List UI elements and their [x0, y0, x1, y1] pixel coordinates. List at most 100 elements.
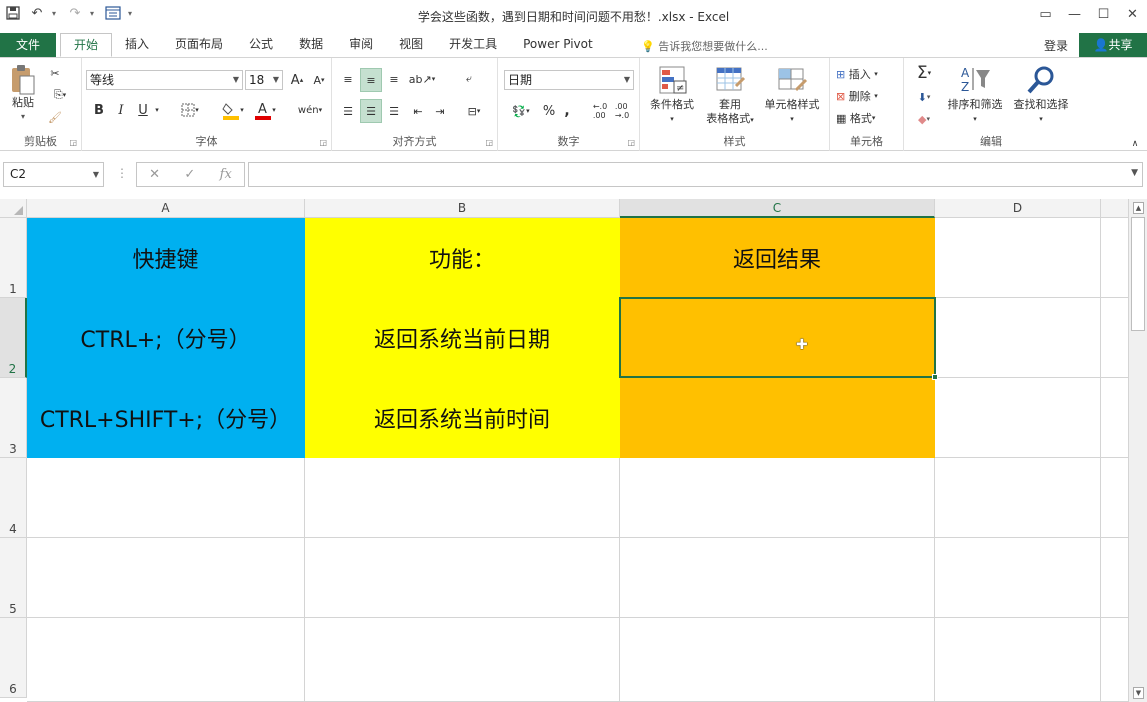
insert-function-icon[interactable]: fx	[220, 167, 232, 182]
row-header-1[interactable]: 1	[0, 218, 27, 298]
share-button[interactable]: 👤共享	[1079, 33, 1147, 57]
select-all-button[interactable]	[0, 199, 27, 218]
column-header-d[interactable]: D	[935, 199, 1101, 218]
format-as-table-button[interactable]: 套用 表格格式▾	[700, 64, 760, 127]
cell-d3[interactable]	[935, 378, 1101, 458]
tab-file[interactable]: 文件	[0, 33, 56, 57]
enter-icon[interactable]: ✓	[184, 167, 195, 182]
row-header-5[interactable]: 5	[0, 538, 27, 618]
font-launcher-icon[interactable]: ◲	[319, 138, 327, 147]
clear-icon[interactable]: ◆ ▾	[908, 108, 940, 130]
name-box[interactable]: C2 ▼	[3, 162, 104, 187]
increase-decimal-icon[interactable]: ←.0.00	[590, 100, 610, 122]
cell-e2[interactable]	[1101, 298, 1128, 378]
accounting-format-icon[interactable]: 💱 ▾	[504, 100, 538, 122]
cell-a1[interactable]: 快捷键	[27, 218, 305, 298]
cell-e3[interactable]	[1101, 378, 1128, 458]
wrap-text-icon[interactable]: ⤶	[458, 68, 480, 90]
row-header-4[interactable]: 4	[0, 458, 27, 538]
cancel-icon[interactable]: ✕	[149, 167, 160, 182]
row-header-6[interactable]: 6	[0, 618, 27, 698]
tell-me-box[interactable]: 💡 告诉我您想要做什么...	[641, 38, 768, 54]
alignment-launcher-icon[interactable]: ◲	[485, 138, 493, 147]
cell-a5[interactable]	[27, 538, 305, 618]
autosum-button[interactable]: Σ ▾	[908, 62, 940, 84]
column-header-a[interactable]: A	[27, 199, 305, 218]
cell-d1[interactable]	[935, 218, 1101, 298]
tab-power-pivot[interactable]: Power Pivot	[510, 33, 606, 57]
decrease-font-icon[interactable]: A ▾	[310, 70, 328, 90]
align-center-icon[interactable]: ☰	[360, 99, 382, 123]
cell-a6[interactable]	[27, 618, 305, 702]
cell-e4[interactable]	[1101, 458, 1128, 538]
scroll-down-icon[interactable]: ▼	[1133, 687, 1144, 699]
decrease-decimal-icon[interactable]: .00 →.0	[612, 100, 632, 122]
italic-button[interactable]: I	[112, 100, 130, 120]
tab-home[interactable]: 开始	[60, 33, 113, 57]
cell-c4[interactable]	[620, 458, 935, 538]
font-size-box[interactable]: 18 ▼	[245, 70, 283, 90]
find-select-button[interactable]: 查找和选择 ▾	[1008, 64, 1074, 126]
cell-b4[interactable]	[305, 458, 620, 538]
close-icon[interactable]: ✕	[1118, 0, 1147, 28]
minimize-icon[interactable]: —	[1060, 0, 1089, 28]
underline-button[interactable]: U	[134, 100, 152, 120]
column-header-e[interactable]	[1101, 199, 1128, 218]
column-header-b[interactable]: B	[305, 199, 620, 218]
cell-d5[interactable]	[935, 538, 1101, 618]
cell-b5[interactable]	[305, 538, 620, 618]
cell-styles-button[interactable]: 单元格样式 ▾	[760, 64, 824, 126]
tab-insert[interactable]: 插入	[112, 33, 162, 57]
align-middle-icon[interactable]: ≡	[360, 68, 382, 92]
column-header-c[interactable]: C	[620, 199, 935, 218]
format-cells-button[interactable]: ▦ 格式 ▾	[836, 108, 900, 128]
number-launcher-icon[interactable]: ◲	[627, 138, 635, 147]
borders-icon[interactable]: ▾	[176, 100, 204, 120]
decrease-indent-icon[interactable]: ⇤	[408, 100, 428, 122]
percent-button[interactable]: %	[540, 100, 558, 122]
font-color-icon[interactable]: A ▾	[250, 98, 280, 122]
cell-d4[interactable]	[935, 458, 1101, 538]
ribbon-display-icon[interactable]: ▭	[1031, 0, 1060, 28]
cell-c3[interactable]	[620, 378, 935, 458]
number-format-box[interactable]: 日期 ▼	[504, 70, 634, 90]
clipboard-launcher-icon[interactable]: ◲	[69, 138, 77, 147]
fill-handle[interactable]	[932, 374, 938, 380]
cell-c6[interactable]	[620, 618, 935, 702]
tab-view[interactable]: 视图	[386, 33, 436, 57]
cell-a2[interactable]: CTRL+;（分号）	[27, 298, 305, 378]
cell-b3[interactable]: 返回系统当前时间	[305, 378, 620, 458]
bold-button[interactable]: B	[90, 100, 108, 120]
cell-e5[interactable]	[1101, 538, 1128, 618]
align-bottom-icon[interactable]: ≡	[384, 68, 404, 90]
font-name-box[interactable]: 等线 ▼	[86, 70, 243, 90]
cut-icon[interactable]: ✂	[46, 64, 64, 82]
cell-b1[interactable]: 功能：	[305, 218, 620, 298]
tab-review[interactable]: 审阅	[336, 33, 386, 57]
phonetic-icon[interactable]: wén ▾	[294, 98, 326, 122]
copy-icon[interactable]: ⎘ ▾	[46, 86, 74, 104]
cell-c1[interactable]: 返回结果	[620, 218, 935, 298]
cell-b6[interactable]	[305, 618, 620, 702]
expand-formula-icon[interactable]: ▼	[1131, 168, 1138, 178]
scroll-thumb[interactable]	[1131, 217, 1145, 331]
tab-data[interactable]: 数据	[286, 33, 336, 57]
row-header-2[interactable]: 2	[0, 298, 27, 378]
cell-b2[interactable]: 返回系统当前日期	[305, 298, 620, 378]
cell-c5[interactable]	[620, 538, 935, 618]
cell-a3[interactable]: CTRL+SHIFT+;（分号）	[27, 378, 305, 458]
vertical-scrollbar[interactable]: ▲ ▼	[1128, 199, 1147, 702]
collapse-ribbon-icon[interactable]: ∧	[1128, 138, 1142, 150]
cell-d2[interactable]	[935, 298, 1101, 378]
comma-style-button[interactable]: ,	[560, 100, 574, 122]
fill-color-icon[interactable]: ▾	[218, 98, 248, 122]
insert-cells-button[interactable]: ⊞ 插入 ▾	[836, 64, 900, 84]
sort-filter-button[interactable]: AZ 排序和筛选 ▾	[942, 64, 1008, 126]
conditional-format-button[interactable]: ≠ 条件格式 ▾	[644, 64, 700, 126]
format-painter-icon[interactable]: 🖌	[46, 108, 64, 126]
paste-button[interactable]: 粘贴 ▾	[6, 64, 40, 124]
login-link[interactable]: 登录	[1044, 37, 1068, 54]
underline-dropdown-icon[interactable]: ▾	[152, 100, 162, 120]
tab-page-layout[interactable]: 页面布局	[162, 33, 236, 57]
maximize-icon[interactable]: ☐	[1089, 0, 1118, 28]
